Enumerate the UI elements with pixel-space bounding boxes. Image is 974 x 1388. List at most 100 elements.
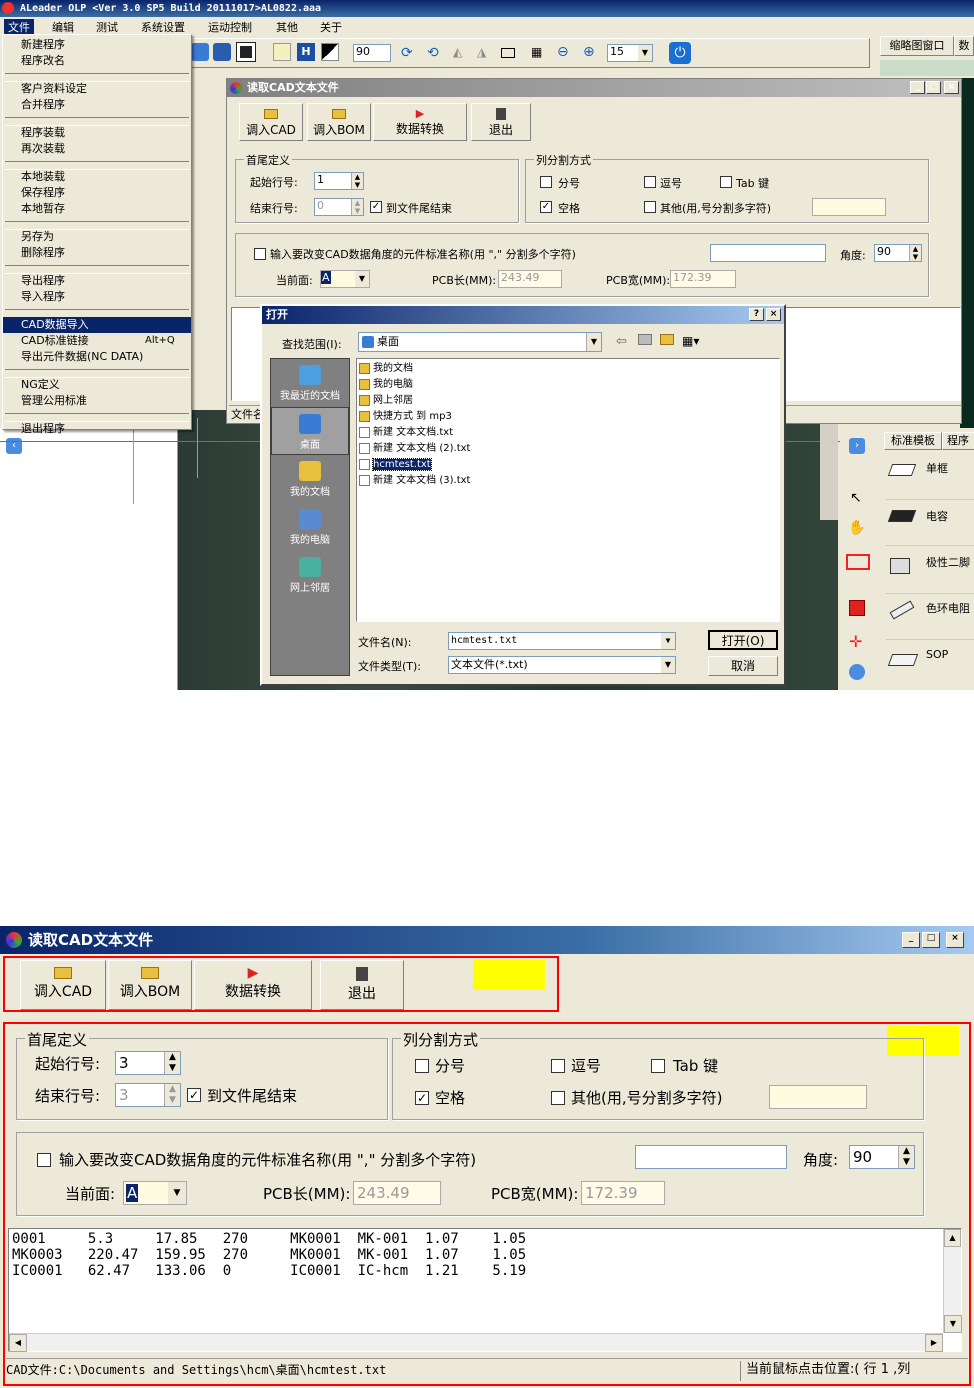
pcb-width-field[interactable]: 172.39 [670,270,736,288]
file-menu-item[interactable]: 管理公用标准 [3,393,191,409]
tab-checkbox[interactable] [720,176,732,188]
file-menu-item[interactable]: 退出程序 [3,421,191,437]
file-list-item[interactable]: 我的电脑 [359,377,777,393]
zoom-field[interactable]: 90 [353,44,391,62]
exit-button[interactable]: 退出 [471,103,531,141]
step-field[interactable]: 15 ▼ [607,44,653,62]
angle-change-checkbox[interactable] [254,248,266,260]
convert-button[interactable]: ▶ 数据转换 [373,103,467,141]
file-menu-item[interactable]: 删除程序 [3,245,191,261]
hand-icon[interactable]: ✋ [848,520,865,536]
file-menu-item[interactable]: 程序装载 [3,125,191,141]
menu-test[interactable]: 测试 [96,19,118,35]
angle-change-checkbox[interactable] [37,1153,51,1167]
file-menu-item[interactable]: 再次装载 [3,141,191,157]
horizontal-scrollbar[interactable]: ◀ ▶ [9,1333,943,1352]
load-cad-button[interactable]: 调入CAD [239,103,303,141]
scroll-down-arrow[interactable]: ▼ [944,1315,962,1333]
place-item[interactable]: 网上邻居 [271,551,349,599]
rotate-ccw-icon[interactable]: ⟲ [427,45,439,61]
semicolon-checkbox[interactable] [540,176,552,188]
load-bom-button[interactable]: 调入BOM [307,103,371,141]
face-select[interactable]: A ▼ [123,1181,187,1205]
face-select[interactable]: A ▼ [320,270,370,288]
rect-select-icon[interactable] [846,554,870,570]
angle-field[interactable]: 90 ▲ ▼ [874,244,922,262]
other-checkbox[interactable] [551,1091,565,1105]
cancel-button[interactable]: 取消 [708,656,778,676]
end-line-field[interactable]: 3 ▲ ▼ [115,1083,181,1107]
place-item[interactable]: 桌面 [271,407,349,455]
close-button[interactable]: × [944,81,959,94]
pcb-length-field[interactable]: 243.49 [498,270,562,288]
lib-item-3[interactable]: 色环电阻 [886,596,974,640]
maximize-button[interactable]: □ [922,932,940,948]
comma-checkbox[interactable] [551,1059,565,1073]
end-line-spinner[interactable]: ▲ ▼ [351,199,363,215]
exit-button[interactable]: 退出 [320,960,404,1010]
scroll-left-arrow[interactable]: ◀ [9,1334,27,1352]
place-item[interactable]: 我的电脑 [271,503,349,551]
view-menu-icon[interactable]: ▦▾ [682,334,699,348]
lib-item-4[interactable]: SOP [886,644,974,688]
file-menu-item[interactable]: 程序改名 [3,53,191,69]
file-menu-item[interactable]: NG定义 [3,377,191,393]
angle-names-field[interactable] [710,244,826,262]
angle-field[interactable]: 90 ▲ ▼ [849,1145,915,1169]
file-list-item[interactable]: 网上邻居 [359,393,777,409]
minimize-button[interactable]: _ [902,932,920,948]
tab-checkbox[interactable] [651,1059,665,1073]
file-menu-item[interactable]: 合并程序 [3,97,191,113]
file-menu-item[interactable]: 客户资料设定 [3,81,191,97]
vertical-scrollbar[interactable]: ▲ ▼ [943,1229,962,1333]
load-bom-button[interactable]: 调入BOM [108,960,192,1010]
open-dialog-close-button[interactable]: × [766,308,781,321]
convert-button[interactable]: ▶ 数据转换 [194,960,312,1010]
semicolon-checkbox[interactable] [415,1059,429,1073]
file-list-item[interactable]: 新建 文本文档 (3).txt [359,473,777,489]
thumbnail-tab[interactable]: 缩略图窗口 [880,36,954,56]
menu-file[interactable]: 文件 [4,19,34,35]
filename-field[interactable]: hcmtest.txt ▼ [448,632,676,650]
menu-settings[interactable]: 系统设置 [141,19,185,35]
data-tab[interactable]: 数 [954,36,974,56]
to-end-checkbox[interactable]: ✓ [370,201,382,213]
pcb-width-field[interactable]: 172.39 [581,1181,665,1205]
file-menu-item[interactable]: 导出元件数据(NC DATA) [3,349,191,365]
component-icon[interactable] [849,600,865,616]
file-menu-item[interactable]: 另存为 [3,229,191,245]
help-button[interactable]: ? [749,308,764,321]
start-line-spinner[interactable]: ▲ ▼ [164,1052,180,1074]
next-icon[interactable]: › [849,438,865,454]
filetype-select[interactable]: 文本文件(*.txt) ▼ [448,656,676,674]
angle-spinner[interactable]: ▲ ▼ [909,245,921,261]
grid-icon[interactable]: ▦ [531,45,542,59]
file-list-item[interactable]: hcmtest.txt [359,457,777,473]
back-icon[interactable]: ⇦ [616,334,627,349]
file-list-item[interactable]: 快捷方式 到 mp3 [359,409,777,425]
file-list-item[interactable]: 新建 文本文档 (2).txt [359,441,777,457]
open-button[interactable]: 打开(O) [708,630,778,650]
up-folder-icon[interactable] [638,334,652,345]
minimize-button[interactable]: _ [910,81,925,94]
other-separator-field[interactable] [769,1085,867,1109]
scroll-up-arrow[interactable]: ▲ [944,1229,961,1247]
comma-checkbox[interactable] [644,176,656,188]
look-in-select[interactable]: 桌面 ▼ [358,332,602,352]
contrast-icon[interactable] [321,43,339,61]
file-menu-item[interactable]: 保存程序 [3,185,191,201]
angle-names-field[interactable] [635,1145,787,1169]
zoom-out-icon[interactable]: ⊖ [557,44,569,60]
other-separator-field[interactable] [812,198,886,216]
camera2-icon[interactable] [849,664,865,680]
space-checkbox[interactable]: ✓ [540,201,552,213]
end-line-spinner[interactable]: ▲ ▼ [164,1084,180,1106]
close-button[interactable]: × [946,932,964,948]
lib-tab-program[interactable]: 程序 [942,432,974,450]
file-menu-item[interactable]: CAD数据导入 [3,317,191,333]
file-list-item[interactable]: 新建 文本文档.txt [359,425,777,441]
space-checkbox[interactable]: ✓ [415,1091,429,1105]
file-list-item[interactable]: 我的文档 [359,361,777,377]
menu-motion[interactable]: 运动控制 [208,19,252,35]
rotate-cw-icon[interactable]: ⟳ [401,45,413,61]
